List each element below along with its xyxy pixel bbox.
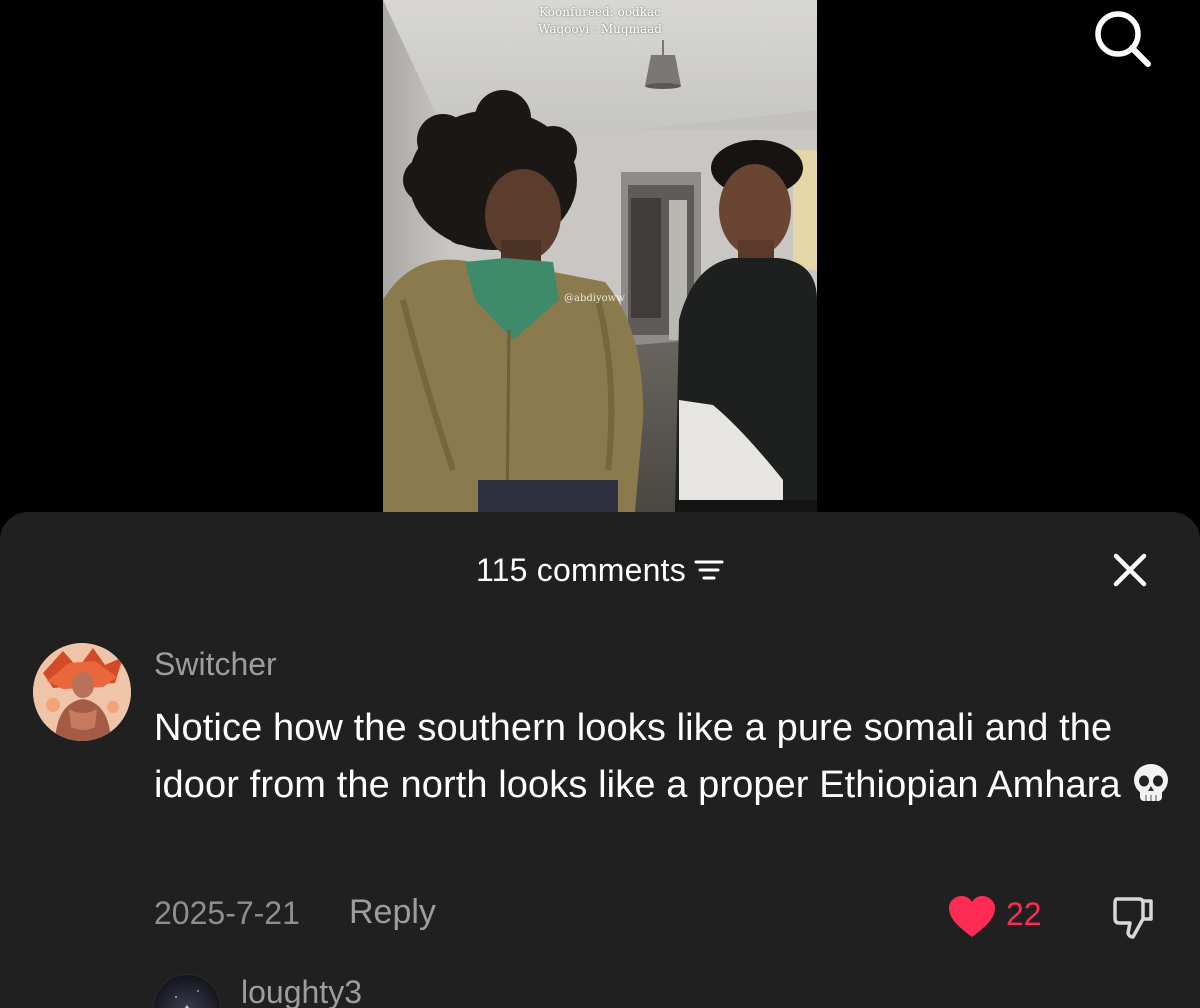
like-button[interactable]	[944, 892, 1000, 942]
comment-count-title: 115 comments	[476, 551, 686, 588]
close-icon	[1113, 553, 1147, 587]
like-count: 22	[1006, 896, 1042, 932]
comment-username[interactable]: Switcher	[154, 646, 277, 683]
comments-header: 115 comments	[0, 550, 1200, 590]
video-caption: Koonfureed: oodkac Waqooyi : Muqmaad	[383, 4, 817, 38]
caption-line-2: Waqooyi : Muqmaad	[538, 22, 662, 36]
avatar[interactable]	[153, 974, 221, 1008]
video-watermark: @abdiyoww	[564, 293, 625, 304]
caption-line-1: Koonfureed: oodkac	[539, 5, 661, 19]
comments-sheet: 115 comments Switcher Notice how the sou…	[0, 512, 1200, 1008]
comment-username[interactable]: loughty3	[241, 974, 362, 1008]
skull-emoji-icon	[1131, 763, 1171, 822]
avatar[interactable]	[33, 643, 131, 741]
heart-icon	[949, 896, 995, 937]
dislike-button[interactable]	[1106, 890, 1160, 944]
close-button[interactable]	[1104, 544, 1156, 596]
video-player[interactable]: Koonfureed: oodkac Waqooyi : Muqmaad @ab…	[383, 0, 817, 512]
filter-icon[interactable]	[694, 558, 724, 587]
comment-text: Notice how the southern looks like a pur…	[154, 700, 1184, 822]
comment-body: Notice how the southern looks like a pur…	[154, 707, 1121, 806]
video-frame	[383, 0, 817, 512]
thumbs-down-icon	[1113, 897, 1153, 939]
comment-date: 2025-7-21	[154, 895, 300, 931]
search-button[interactable]	[1090, 6, 1156, 72]
reply-button[interactable]: Reply	[349, 893, 436, 932]
search-icon	[1095, 11, 1151, 67]
